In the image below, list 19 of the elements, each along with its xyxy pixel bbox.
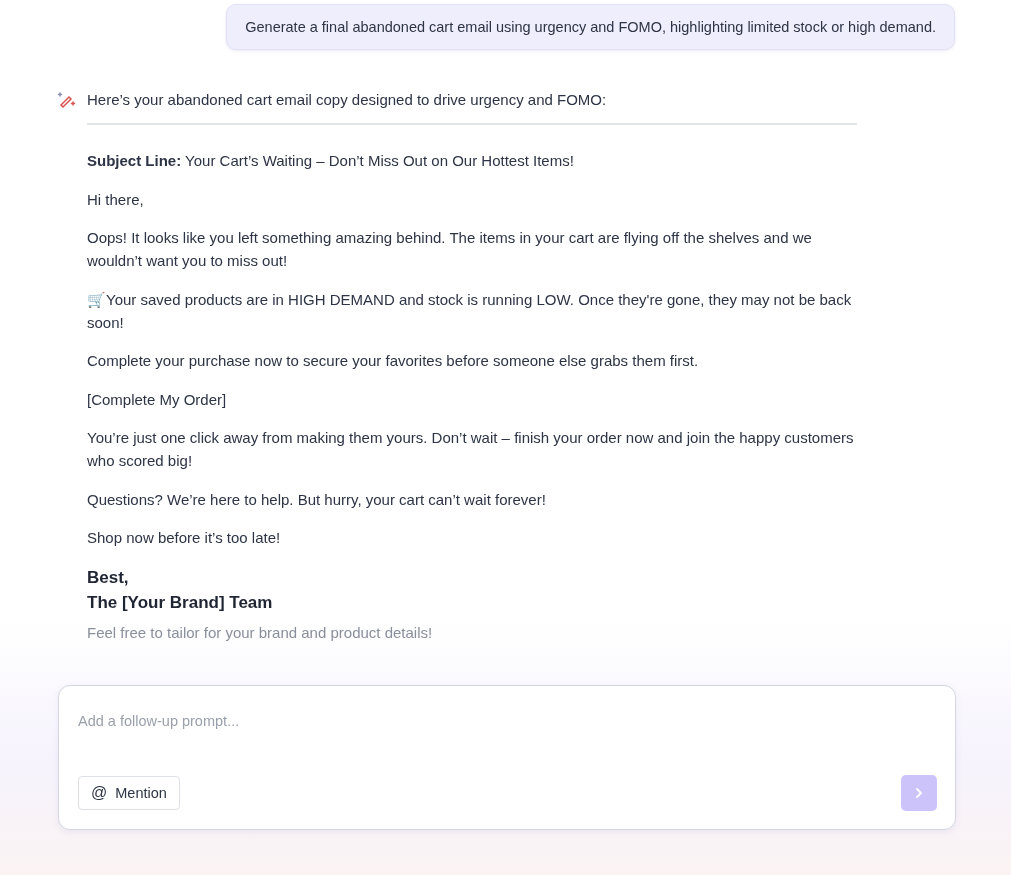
- at-sign-icon: @: [91, 784, 108, 802]
- email-signoff: Best,: [87, 566, 130, 589]
- magic-wand-icon: [57, 90, 77, 110]
- email-paragraph: You’re just one click away from making them yours. Don’t wait – finish your order now and join the happy customers who scored big!: [87, 428, 855, 471]
- chevron-right-icon: [914, 787, 924, 799]
- email-paragraph: 🛒Your saved products are in HIGH DEMAND and stock is running LOW. Once they're gone, they may not be back soon!: [87, 289, 853, 333]
- user-message: Generate a final abandoned cart email using urgency and FOMO, highlighting limited stock or high demand.: [226, 4, 955, 50]
- email-paragraph: [Complete My Order]: [87, 389, 228, 410]
- subject-line: Subject Line: Your Cart’s Waiting – Don’t Miss Out on Our Hottest Items!: [87, 151, 575, 171]
- email-signoff: The [Your Brand] Team: [87, 591, 274, 614]
- reply-intro: Here’s your abandoned cart email copy designed to drive urgency and FOMO:: [87, 90, 608, 110]
- email-paragraph: Oops! It looks like you left something amazing behind. The items in your cart are flying off the shelves and we wouldn’t want you to miss out!: [87, 228, 813, 271]
- email-paragraph: Questions? We’re here to help. But hurry, your cart can’t wait forever!: [87, 489, 547, 510]
- email-paragraph: Hi there,: [87, 189, 145, 210]
- prompt-input-field[interactable]: Add a follow-up prompt... @ Mention: [58, 685, 956, 830]
- footnote-text: Feel free to tailor for your brand and product details!: [87, 622, 434, 643]
- email-paragraph: Complete your purchase now to secure your favorites before someone else grabs them first.: [87, 351, 700, 371]
- mention-button[interactable]: @ Mention: [78, 776, 180, 810]
- email-paragraph: Shop now before it’s too late!: [87, 528, 282, 548]
